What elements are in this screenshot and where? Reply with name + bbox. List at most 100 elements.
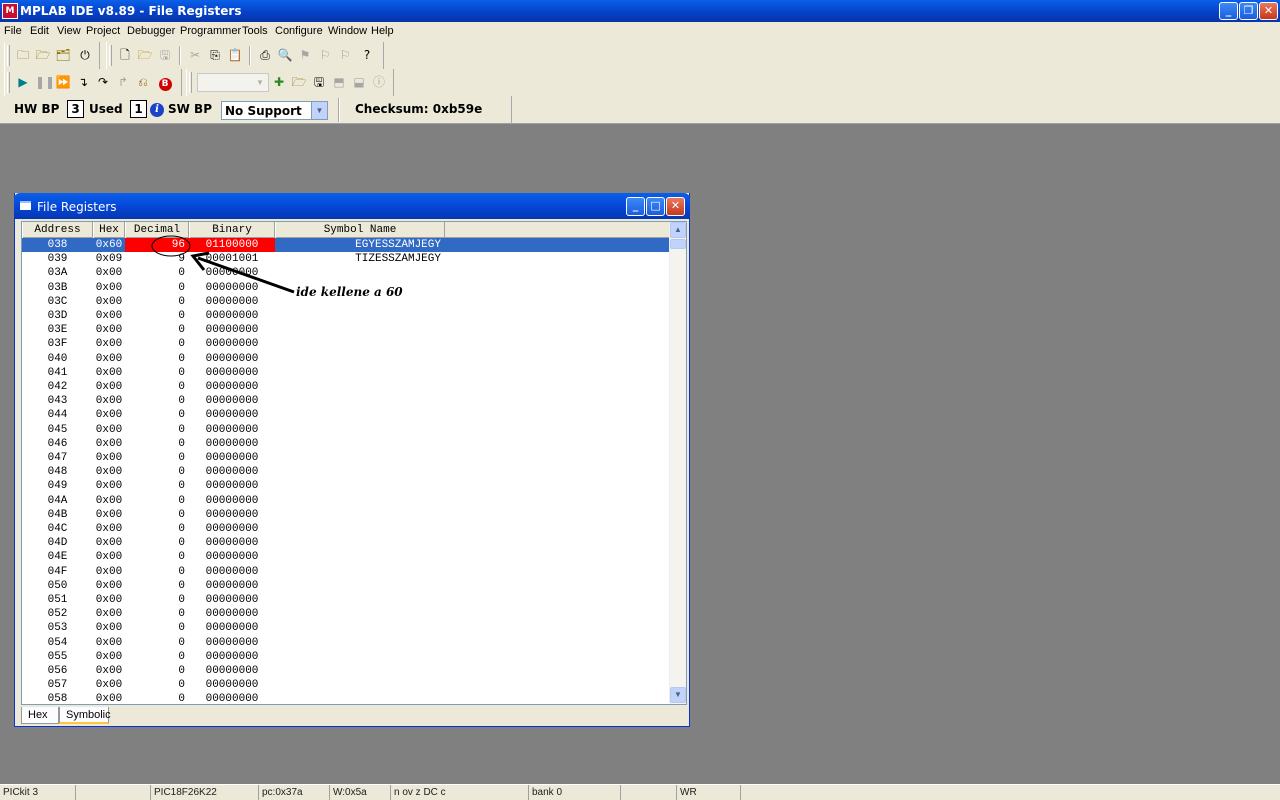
cell-hex[interactable]: 0x09 <box>93 252 125 266</box>
cell-address[interactable]: 04B <box>22 508 93 522</box>
cell-decimal[interactable]: 0 <box>125 437 189 451</box>
cell-address[interactable]: 04F <box>22 565 93 579</box>
cell-address[interactable]: 054 <box>22 636 93 650</box>
cell-address[interactable]: 043 <box>22 394 93 408</box>
cell-symbol-name[interactable] <box>275 678 445 692</box>
table-row[interactable]: 051 0x00 0 00000000 <box>22 593 670 607</box>
cell-decimal[interactable]: 0 <box>125 309 189 323</box>
cell-binary[interactable]: 00000000 <box>189 366 275 380</box>
cell-hex[interactable]: 0x00 <box>93 352 125 366</box>
cell-hex[interactable]: 0x00 <box>93 437 125 451</box>
cell-hex[interactable]: 0x00 <box>93 621 125 635</box>
help-icon[interactable]: ? <box>359 47 375 63</box>
menu-view[interactable]: View <box>57 25 81 37</box>
cell-decimal[interactable]: 0 <box>125 664 189 678</box>
cell-decimal[interactable]: 0 <box>125 536 189 550</box>
cell-hex[interactable]: 0x60 <box>93 238 125 252</box>
table-row[interactable]: 038 0x60 96 01100000 EGYESSZAMJEGY <box>22 238 670 252</box>
new-file-icon[interactable]: 🗋 <box>117 47 133 63</box>
cell-hex[interactable]: 0x00 <box>93 394 125 408</box>
cell-binary[interactable]: 00000000 <box>189 494 275 508</box>
cell-symbol-name[interactable] <box>275 522 445 536</box>
cell-hex[interactable]: 0x00 <box>93 636 125 650</box>
cell-binary[interactable]: 00000000 <box>189 323 275 337</box>
table-row[interactable]: 046 0x00 0 00000000 <box>22 437 670 451</box>
cell-address[interactable]: 03D <box>22 309 93 323</box>
cell-address[interactable]: 057 <box>22 678 93 692</box>
cell-symbol-name[interactable] <box>275 408 445 422</box>
cell-symbol-name[interactable] <box>275 692 445 704</box>
table-row[interactable]: 043 0x00 0 00000000 <box>22 394 670 408</box>
table-row[interactable]: 054 0x00 0 00000000 <box>22 636 670 650</box>
cell-symbol-name[interactable] <box>275 337 445 351</box>
scroll-thumb[interactable] <box>670 239 686 249</box>
column-header-address[interactable]: Address <box>22 222 93 238</box>
menu-configure[interactable]: Configure <box>275 25 323 37</box>
cell-symbol-name[interactable] <box>275 266 445 280</box>
cell-address[interactable]: 045 <box>22 423 93 437</box>
cell-hex[interactable]: 0x00 <box>93 266 125 280</box>
cell-symbol-name[interactable] <box>275 465 445 479</box>
cell-hex[interactable]: 0x00 <box>93 678 125 692</box>
save-workspace-icon[interactable]: 🖫 <box>311 74 327 90</box>
table-row[interactable]: 03F 0x00 0 00000000 <box>22 337 670 351</box>
table-row[interactable]: 045 0x00 0 00000000 <box>22 423 670 437</box>
cell-binary[interactable]: 01100000 <box>189 238 275 252</box>
cell-address[interactable]: 03F <box>22 337 93 351</box>
cell-address[interactable]: 051 <box>22 593 93 607</box>
cell-decimal[interactable]: 0 <box>125 295 189 309</box>
cell-hex[interactable]: 0x00 <box>93 650 125 664</box>
save-project-icon[interactable]: 🗂 <box>55 47 71 63</box>
menu-edit[interactable]: Edit <box>30 25 49 37</box>
cell-symbol-name[interactable] <box>275 352 445 366</box>
halt-icon[interactable]: ❚❚ <box>35 74 55 90</box>
cell-symbol-name[interactable] <box>275 437 445 451</box>
cell-address[interactable]: 055 <box>22 650 93 664</box>
table-row[interactable]: 049 0x00 0 00000000 <box>22 479 670 493</box>
menu-help[interactable]: Help <box>371 25 394 37</box>
cell-symbol-name[interactable] <box>275 366 445 380</box>
table-row[interactable]: 053 0x00 0 00000000 <box>22 621 670 635</box>
cell-hex[interactable]: 0x00 <box>93 593 125 607</box>
cell-symbol-name[interactable] <box>275 650 445 664</box>
cell-address[interactable]: 04A <box>22 494 93 508</box>
cell-decimal[interactable]: 0 <box>125 550 189 564</box>
cell-decimal[interactable]: 0 <box>125 451 189 465</box>
cell-decimal[interactable]: 0 <box>125 522 189 536</box>
table-row[interactable]: 04B 0x00 0 00000000 <box>22 508 670 522</box>
cell-binary[interactable]: 00000000 <box>189 266 275 280</box>
cell-decimal[interactable]: 0 <box>125 508 189 522</box>
cell-symbol-name[interactable] <box>275 479 445 493</box>
cell-symbol-name[interactable]: EGYESSZAMJEGY <box>275 238 445 252</box>
cell-binary[interactable]: 00000000 <box>189 522 275 536</box>
cell-address[interactable]: 056 <box>22 664 93 678</box>
cell-address[interactable]: 03E <box>22 323 93 337</box>
print-icon[interactable]: ⎙ <box>257 47 273 63</box>
minimize-button[interactable]: _ <box>1219 2 1238 20</box>
programmer-select[interactable]: ▼ <box>197 73 269 92</box>
cell-decimal[interactable]: 0 <box>125 281 189 295</box>
cell-address[interactable]: 039 <box>22 252 93 266</box>
table-row[interactable]: 056 0x00 0 00000000 <box>22 664 670 678</box>
toolbar-grip[interactable] <box>189 72 192 93</box>
scroll-down-icon[interactable]: ▼ <box>670 687 686 703</box>
cell-address[interactable]: 042 <box>22 380 93 394</box>
next-bookmark-icon[interactable]: ⚐ <box>337 47 353 63</box>
cell-binary[interactable]: 00000000 <box>189 692 275 704</box>
cell-binary[interactable]: 00000000 <box>189 593 275 607</box>
cell-address[interactable]: 04D <box>22 536 93 550</box>
cell-decimal[interactable]: 0 <box>125 593 189 607</box>
cell-address[interactable]: 03A <box>22 266 93 280</box>
power-icon[interactable]: ⏻ <box>77 47 93 63</box>
cell-decimal[interactable]: 0 <box>125 479 189 493</box>
cell-address[interactable]: 03C <box>22 295 93 309</box>
cell-decimal[interactable]: 0 <box>125 579 189 593</box>
cell-decimal[interactable]: 0 <box>125 494 189 508</box>
scroll-up-icon[interactable]: ▲ <box>670 222 686 238</box>
cell-binary[interactable]: 00000000 <box>189 408 275 422</box>
table-row[interactable]: 039 0x09 9 00001001 TIZESSZAMJEGY <box>22 252 670 266</box>
toolbar-grip[interactable] <box>109 45 112 66</box>
cell-symbol-name[interactable] <box>275 579 445 593</box>
cell-binary[interactable]: 00000000 <box>189 650 275 664</box>
cell-hex[interactable]: 0x00 <box>93 565 125 579</box>
